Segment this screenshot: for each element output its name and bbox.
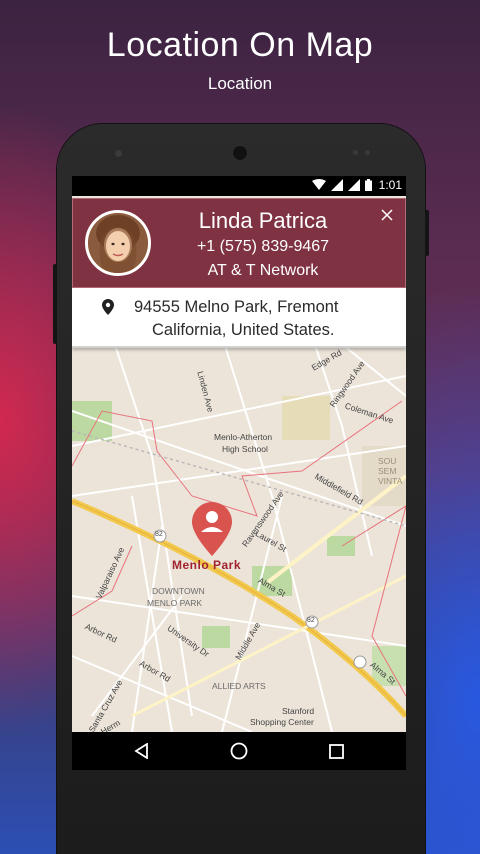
front-sensor — [115, 150, 122, 157]
phone-screen: 1:01 Linden Ave Edge Rd Ringwood Ave Col… — [72, 176, 406, 770]
address-panel: 94555 Melno Park, Fremont California, Un… — [72, 288, 406, 348]
signal-icon — [347, 179, 360, 191]
contact-avatar — [85, 210, 151, 276]
back-icon — [134, 743, 148, 759]
home-icon — [230, 742, 248, 760]
recents-button[interactable] — [306, 732, 366, 770]
map-place-label: MENLO PARK — [147, 598, 203, 608]
status-bar: 1:01 — [72, 176, 406, 196]
map-place-label: Menlo-Atherton — [214, 432, 273, 442]
signal-icon — [330, 179, 343, 191]
navigation-bar — [72, 732, 406, 770]
location-marker-icon[interactable] — [192, 502, 232, 556]
map-place-label: SOU SEM VINTA — [378, 456, 403, 486]
light-sensor — [365, 150, 370, 155]
close-icon[interactable] — [377, 205, 397, 225]
battery-icon — [364, 179, 372, 191]
map-place-label: Stanford — [282, 706, 315, 716]
home-button[interactable] — [209, 732, 269, 770]
map-place-label: DOWNTOWN — [152, 586, 205, 596]
contact-phone: +1 (575) 839-9467 — [196, 238, 330, 255]
marker-label: Menlo Park — [172, 558, 242, 572]
contact-card[interactable]: Linda Patrica +1 (575) 839-9467 AT & T N… — [72, 198, 406, 288]
proximity-sensor — [353, 150, 358, 155]
location-pin-icon — [102, 299, 114, 315]
front-camera — [231, 144, 249, 162]
volume-button — [425, 210, 429, 256]
promo-title: Location On Map — [106, 26, 374, 64]
status-time: 1:01 — [378, 178, 402, 192]
map-highway-shield: 82 — [155, 531, 163, 538]
contact-network: AT & T Network — [207, 262, 319, 279]
map-highway-shield: 82 — [307, 617, 315, 624]
map-place-label: Shopping Center — [250, 717, 314, 727]
map-place-label: ALLIED ARTS — [212, 681, 266, 691]
map-place-label: High School — [222, 444, 268, 454]
back-button[interactable] — [112, 732, 172, 770]
wifi-icon — [311, 179, 326, 190]
address-line-2: California, United States. — [152, 321, 335, 339]
power-button — [53, 264, 57, 344]
promo-subtitle: Location — [207, 74, 273, 93]
address-line-1: 94555 Melno Park, Fremont — [134, 298, 339, 316]
recents-icon — [328, 743, 344, 759]
contact-name: Linda Patrica — [198, 208, 328, 233]
